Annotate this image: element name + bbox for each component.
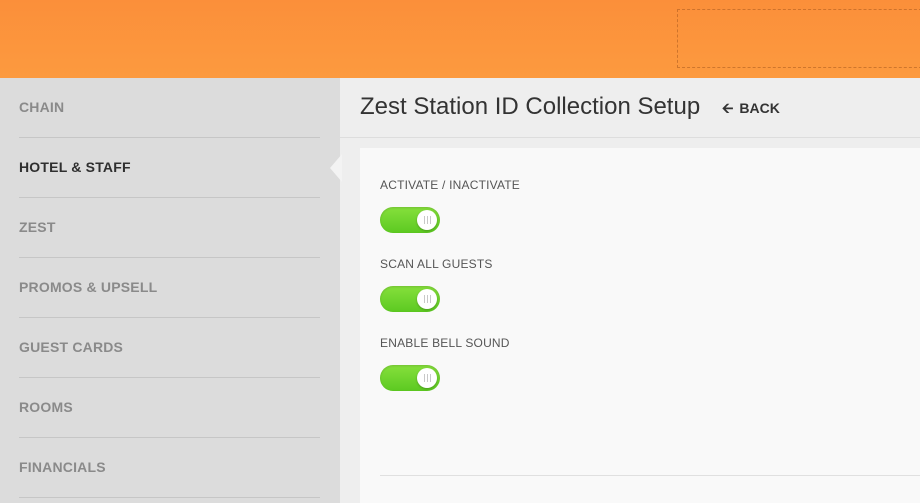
sidebar-item-zest[interactable]: ZEST — [19, 198, 320, 258]
sidebar-item-guest-cards[interactable]: GUEST CARDS — [19, 318, 320, 378]
activate-toggle[interactable] — [380, 207, 440, 233]
panel-divider — [380, 475, 920, 476]
settings-panel: ACTIVATE / INACTIVATE SCAN ALL GUESTS EN… — [360, 148, 920, 503]
sidebar-item-label: HOTEL & STAFF — [19, 159, 131, 175]
back-label: BACK — [739, 100, 780, 116]
top-header-bar — [0, 0, 920, 78]
sidebar-item-chain[interactable]: CHAIN — [19, 78, 320, 138]
page-title: Zest Station ID Collection Setup — [360, 93, 701, 120]
sidebar-item-label: CHAIN — [19, 99, 65, 115]
sidebar-item-hotel-staff[interactable]: HOTEL & STAFF — [19, 138, 320, 198]
toggle-knob — [417, 368, 437, 388]
enable-bell-sound-toggle[interactable] — [380, 365, 440, 391]
sidebar-item-label: FINANCIALS — [19, 459, 106, 475]
active-item-indicator — [330, 154, 342, 182]
page-header: Zest Station ID Collection Setup 🡨 BACK — [340, 78, 920, 138]
activate-label: ACTIVATE / INACTIVATE — [380, 178, 520, 192]
sidebar-item-label: PROMOS & UPSELL — [19, 279, 158, 295]
arrow-left-icon: 🡨 — [722, 100, 734, 116]
sidebar-item-promos-upsell[interactable]: PROMOS & UPSELL — [19, 258, 320, 318]
grip-icon — [423, 295, 431, 303]
toggle-knob — [417, 210, 437, 230]
scan-all-guests-toggle[interactable] — [380, 286, 440, 312]
sidebar-item-rooms[interactable]: ROOMS — [19, 378, 320, 438]
header-placeholder-slot — [677, 9, 920, 68]
main-content: Zest Station ID Collection Setup 🡨 BACK … — [340, 78, 920, 503]
back-button[interactable]: 🡨 BACK — [722, 100, 780, 116]
sidebar-item-label: ZEST — [19, 219, 56, 235]
scan-all-guests-label: SCAN ALL GUESTS — [380, 257, 493, 271]
sidebar-item-financials[interactable]: FINANCIALS — [19, 438, 320, 498]
grip-icon — [423, 216, 431, 224]
sidebar-item-label: ROOMS — [19, 399, 73, 415]
grip-icon — [423, 374, 431, 382]
enable-bell-sound-label: ENABLE BELL SOUND — [380, 336, 510, 350]
sidebar-item-label: GUEST CARDS — [19, 339, 124, 355]
sidebar-nav: CHAIN HOTEL & STAFF ZEST PROMOS & UPSELL… — [0, 78, 340, 503]
toggle-knob — [417, 289, 437, 309]
